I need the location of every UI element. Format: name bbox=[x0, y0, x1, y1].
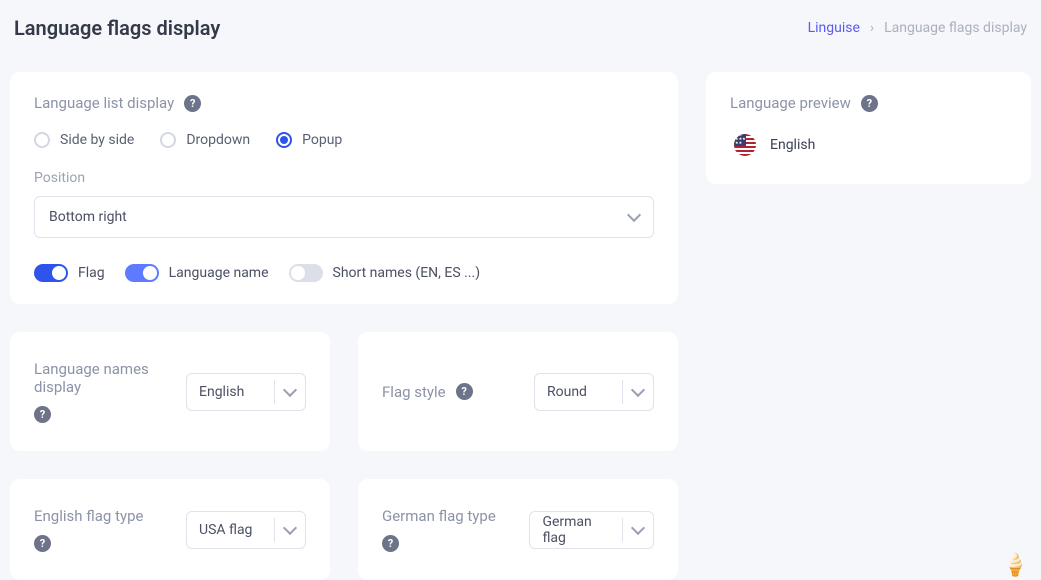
chevron-down-icon bbox=[283, 520, 297, 534]
us-flag-icon bbox=[734, 134, 756, 156]
english-flag-select[interactable]: USA flag bbox=[186, 511, 306, 549]
radio-dropdown[interactable]: Dropdown bbox=[160, 132, 250, 148]
german-flag-label: German flag type bbox=[382, 507, 496, 525]
help-icon[interactable]: ? bbox=[861, 95, 878, 112]
radio-label: Side by side bbox=[60, 132, 134, 148]
toggle-language-name[interactable] bbox=[125, 264, 159, 282]
german-flag-select[interactable]: German flag bbox=[529, 511, 654, 549]
language-preview-card: Language preview ? English bbox=[706, 72, 1031, 184]
preview-item[interactable]: English bbox=[730, 134, 1007, 156]
language-list-display-card: Language list display ? Side by side Dro… bbox=[10, 72, 678, 304]
language-names-display-card: Language names display ? English bbox=[10, 332, 330, 451]
radio-icon bbox=[34, 132, 50, 148]
section-label: Language list display bbox=[34, 94, 174, 112]
breadcrumb-current: Language flags display bbox=[884, 20, 1027, 36]
toggle-flag[interactable] bbox=[34, 264, 68, 282]
english-flag-value: USA flag bbox=[187, 522, 274, 538]
english-flag-type-card: English flag type ? USA flag bbox=[10, 479, 330, 580]
names-display-value: English bbox=[187, 384, 274, 400]
names-display-select[interactable]: English bbox=[186, 373, 306, 411]
toggle-language-name-label: Language name bbox=[169, 265, 269, 281]
flag-style-value: Round bbox=[535, 384, 622, 400]
flag-style-select[interactable]: Round bbox=[534, 373, 654, 411]
chevron-down-icon bbox=[283, 382, 297, 396]
chevron-down-icon bbox=[631, 520, 645, 534]
names-display-label: Language names display bbox=[34, 360, 170, 396]
radio-side-by-side[interactable]: Side by side bbox=[34, 132, 134, 148]
radio-icon bbox=[276, 132, 292, 148]
radio-label: Dropdown bbox=[186, 132, 250, 148]
preview-language: English bbox=[770, 137, 815, 153]
english-flag-label: English flag type bbox=[34, 507, 143, 525]
preview-label: Language preview bbox=[730, 94, 851, 112]
chevron-right-icon: › bbox=[870, 20, 874, 36]
position-select[interactable]: Bottom right bbox=[34, 196, 654, 238]
german-flag-type-card: German flag type ? German flag bbox=[358, 479, 678, 580]
chevron-down-icon bbox=[627, 208, 641, 222]
flag-style-label: Flag style bbox=[382, 383, 446, 401]
radio-label: Popup bbox=[302, 132, 342, 148]
help-icon[interactable]: ? bbox=[382, 535, 399, 552]
position-label: Position bbox=[34, 170, 654, 186]
page-title: Language flags display bbox=[14, 16, 220, 40]
radio-icon bbox=[160, 132, 176, 148]
help-icon[interactable]: ? bbox=[34, 406, 51, 423]
toggle-flag-label: Flag bbox=[78, 265, 105, 281]
flag-style-card: Flag style ? Round bbox=[358, 332, 678, 451]
position-value: Bottom right bbox=[49, 209, 127, 225]
help-icon[interactable]: ? bbox=[184, 95, 201, 112]
german-flag-value: German flag bbox=[530, 514, 622, 546]
breadcrumb-link-linguise[interactable]: Linguise bbox=[808, 20, 860, 36]
toggle-short-names-label: Short names (EN, ES ...) bbox=[333, 265, 481, 281]
radio-popup[interactable]: Popup bbox=[276, 132, 342, 148]
corner-decoration-icon: 🍦 bbox=[1002, 553, 1029, 578]
help-icon[interactable]: ? bbox=[456, 383, 473, 400]
breadcrumb: Linguise › Language flags display bbox=[808, 20, 1027, 36]
help-icon[interactable]: ? bbox=[34, 535, 51, 552]
display-mode-radio-group: Side by side Dropdown Popup bbox=[34, 132, 654, 148]
toggle-short-names[interactable] bbox=[289, 264, 323, 282]
chevron-down-icon bbox=[631, 382, 645, 396]
